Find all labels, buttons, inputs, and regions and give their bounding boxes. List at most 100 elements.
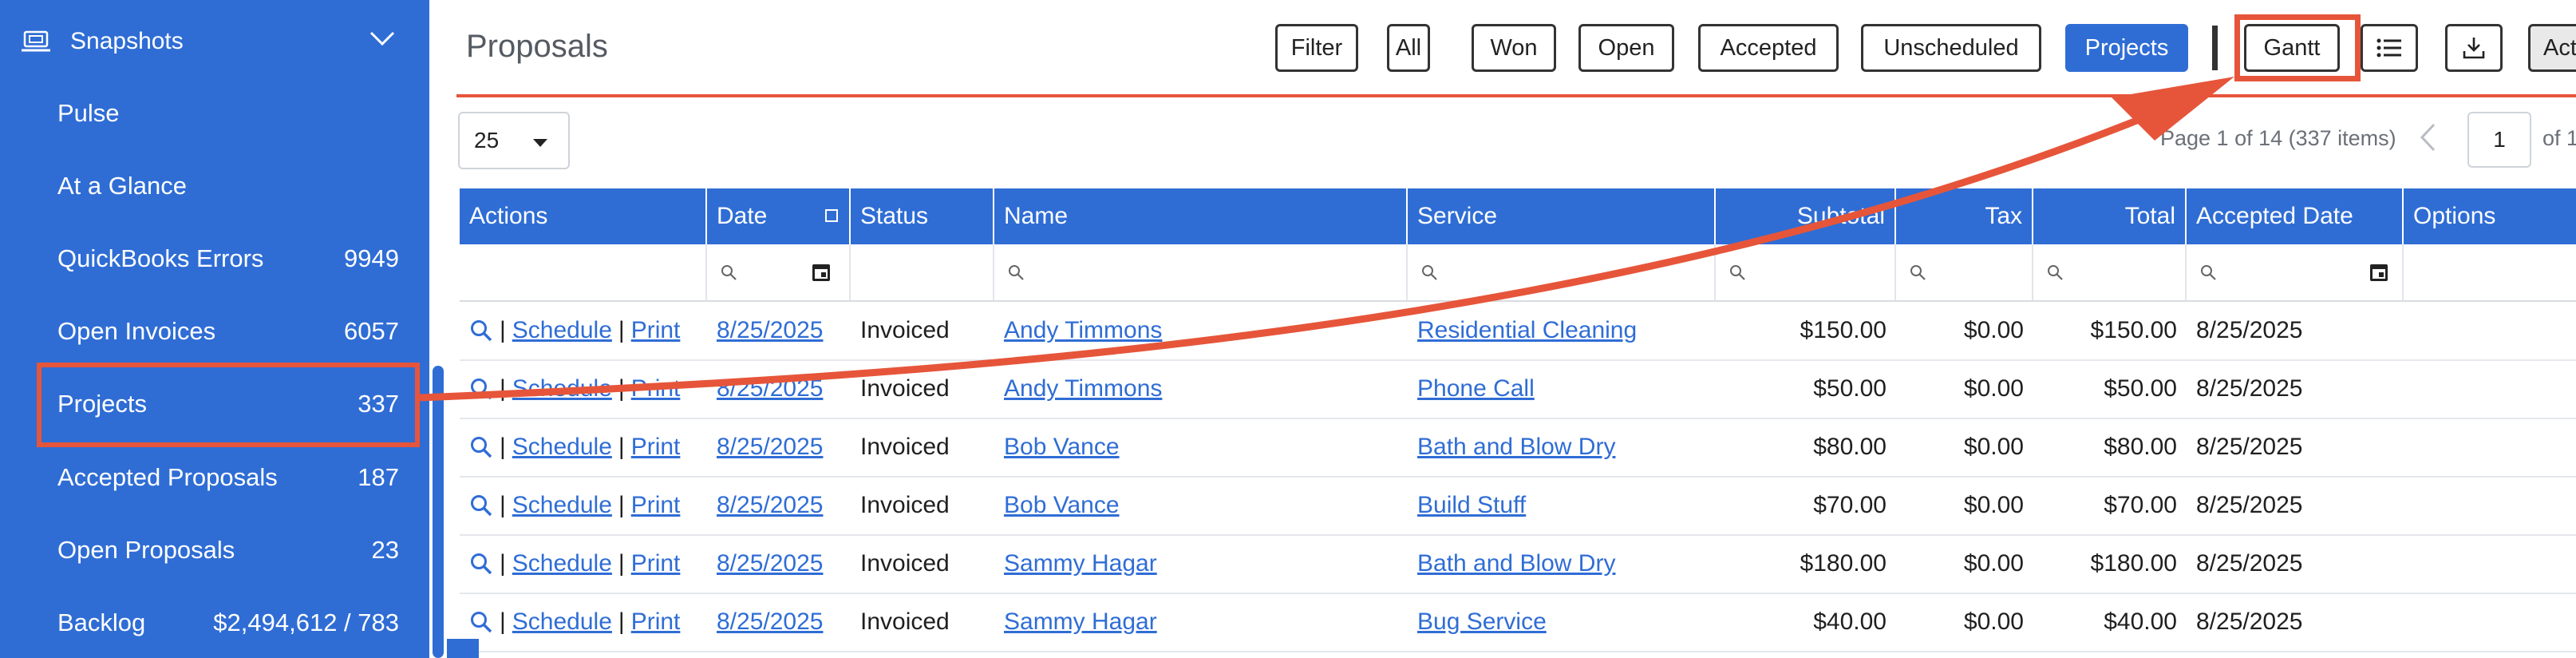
cell-status: Invoiced xyxy=(851,477,994,534)
column-header-subtotal[interactable]: Subtotal xyxy=(1716,188,1896,244)
column-header-tax[interactable]: Tax xyxy=(1896,188,2033,244)
cell-status: Invoiced xyxy=(851,418,994,476)
sort-indicator-icon[interactable] xyxy=(825,209,838,222)
sidebar-item-quickbooks-errors[interactable]: QuickBooks Errors 9949 xyxy=(38,225,402,292)
date-link[interactable]: 8/25/2025 xyxy=(717,434,823,461)
open-button[interactable]: Open xyxy=(1578,24,1674,72)
date-link[interactable]: 8/25/2025 xyxy=(717,375,823,402)
schedule-link[interactable]: Schedule xyxy=(512,317,612,344)
date-link[interactable]: 8/25/2025 xyxy=(717,492,823,519)
search-icon[interactable] xyxy=(469,435,493,459)
won-button[interactable]: Won xyxy=(1472,24,1556,72)
customer-name-link[interactable]: Sammy Hagar xyxy=(1004,550,1157,577)
service-link[interactable]: Bath and Blow Dry xyxy=(1417,434,1615,461)
cell-options[interactable] xyxy=(2404,477,2576,534)
sidebar-item-open-invoices[interactable]: Open Invoices 6057 xyxy=(38,298,402,365)
list-view-button[interactable] xyxy=(2361,24,2418,72)
print-link[interactable]: Print xyxy=(631,434,681,461)
cell-options[interactable] xyxy=(2404,593,2576,651)
schedule-link[interactable]: Schedule xyxy=(512,375,612,402)
sidebar-item-at-a-glance[interactable]: At a Glance xyxy=(38,153,402,220)
column-header-actions[interactable]: Actions xyxy=(460,188,707,244)
service-link[interactable]: Phone Call xyxy=(1417,375,1535,402)
print-link[interactable]: Print xyxy=(631,550,681,577)
cell-service: Bath and Blow Dry xyxy=(1408,418,1716,476)
print-link[interactable]: Print xyxy=(631,317,681,344)
column-header-service[interactable]: Service xyxy=(1408,188,1716,244)
filter-cell-total[interactable] xyxy=(2033,244,2187,300)
print-link[interactable]: Print xyxy=(631,492,681,519)
search-icon[interactable] xyxy=(469,552,493,576)
row-actions: | Schedule | Print xyxy=(460,418,707,476)
tax-value: $0.00 xyxy=(1963,550,2024,577)
column-header-status[interactable]: Status xyxy=(851,188,994,244)
column-header-name[interactable]: Name xyxy=(994,188,1408,244)
cell-options[interactable] xyxy=(2404,302,2576,359)
filter-cell-service[interactable] xyxy=(1408,244,1716,300)
sidebar-item-open-proposals[interactable]: Open Proposals 23 xyxy=(38,517,402,584)
filter-cell-date[interactable] xyxy=(707,244,851,300)
sidebar-item-backlog[interactable]: Backlog $2,494,612 / 783 xyxy=(38,589,402,656)
sidebar-item-label: Pulse xyxy=(57,99,120,127)
customer-name-link[interactable]: Andy Timmons xyxy=(1004,317,1162,344)
schedule-link[interactable]: Schedule xyxy=(512,492,612,519)
service-link[interactable]: Bug Service xyxy=(1417,608,1547,636)
calendar-icon[interactable] xyxy=(811,262,832,283)
customer-name-link[interactable]: Bob Vance xyxy=(1004,434,1120,461)
column-header-date[interactable]: Date xyxy=(707,188,851,244)
service-link[interactable]: Residential Cleaning xyxy=(1417,317,1637,344)
schedule-link[interactable]: Schedule xyxy=(512,608,612,636)
projects-button[interactable]: Projects xyxy=(2065,24,2188,72)
cell-options[interactable] xyxy=(2404,418,2576,476)
sidebar-item-label: QuickBooks Errors xyxy=(57,244,264,272)
customer-name-link[interactable]: Bob Vance xyxy=(1004,492,1120,519)
customer-name-link[interactable]: Andy Timmons xyxy=(1004,375,1162,402)
search-icon[interactable] xyxy=(469,319,493,343)
sidebar-item-accepted-proposals[interactable]: Accepted Proposals 187 xyxy=(38,444,402,511)
print-link[interactable]: Print xyxy=(631,375,681,402)
actions-button[interactable]: Act xyxy=(2528,24,2576,72)
date-link[interactable]: 8/25/2025 xyxy=(717,550,823,577)
cell-accepted-date: 8/25/2025 xyxy=(2187,477,2404,534)
cell-options[interactable] xyxy=(2404,360,2576,418)
unscheduled-button[interactable]: Unscheduled xyxy=(1861,24,2041,72)
cell-service: Phone Call xyxy=(1408,360,1716,418)
page-number-input[interactable] xyxy=(2467,112,2531,168)
cell-options[interactable] xyxy=(2404,535,2576,593)
sidebar-section-header[interactable]: Snapshots xyxy=(21,18,396,65)
filter-cell-tax[interactable] xyxy=(1896,244,2033,300)
column-header-options[interactable]: Options xyxy=(2404,188,2576,244)
search-icon[interactable] xyxy=(469,610,493,634)
row-actions: | Schedule | Print xyxy=(460,302,707,359)
all-button[interactable]: All xyxy=(1387,24,1430,72)
chevron-left-icon[interactable] xyxy=(2418,121,2437,153)
search-icon[interactable] xyxy=(469,494,493,517)
service-link[interactable]: Bath and Blow Dry xyxy=(1417,550,1615,577)
filter-cell-subtotal[interactable] xyxy=(1716,244,1896,300)
date-link[interactable]: 8/25/2025 xyxy=(717,317,823,344)
print-link[interactable]: Print xyxy=(631,608,681,636)
cell-status: Invoiced xyxy=(851,593,994,651)
sidebar-scrollbar[interactable] xyxy=(429,0,447,658)
schedule-link[interactable]: Schedule xyxy=(512,434,612,461)
date-link[interactable]: 8/25/2025 xyxy=(717,608,823,636)
chevron-down-icon[interactable] xyxy=(369,29,396,48)
cell-name: Sammy Hagar xyxy=(994,535,1408,593)
service-link[interactable]: Build Stuff xyxy=(1417,492,1526,519)
schedule-link[interactable]: Schedule xyxy=(512,550,612,577)
scrollbar-thumb[interactable] xyxy=(433,366,444,658)
page-size-select[interactable]: 25 xyxy=(458,112,570,169)
filter-button[interactable]: Filter xyxy=(1275,24,1358,72)
accepted-button[interactable]: Accepted xyxy=(1698,24,1839,72)
filter-cell-name[interactable] xyxy=(994,244,1408,300)
filter-cell-status[interactable] xyxy=(851,244,994,300)
search-icon xyxy=(1910,265,1926,280)
search-icon[interactable] xyxy=(469,377,493,401)
customer-name-link[interactable]: Sammy Hagar xyxy=(1004,608,1157,636)
column-header-accepted-date[interactable]: Accepted Date xyxy=(2187,188,2404,244)
download-button[interactable] xyxy=(2445,24,2503,72)
calendar-icon[interactable] xyxy=(2369,262,2389,283)
sidebar-item-pulse[interactable]: Pulse xyxy=(38,80,402,147)
column-header-total[interactable]: Total xyxy=(2033,188,2187,244)
filter-cell-accepted-date[interactable] xyxy=(2187,244,2404,300)
